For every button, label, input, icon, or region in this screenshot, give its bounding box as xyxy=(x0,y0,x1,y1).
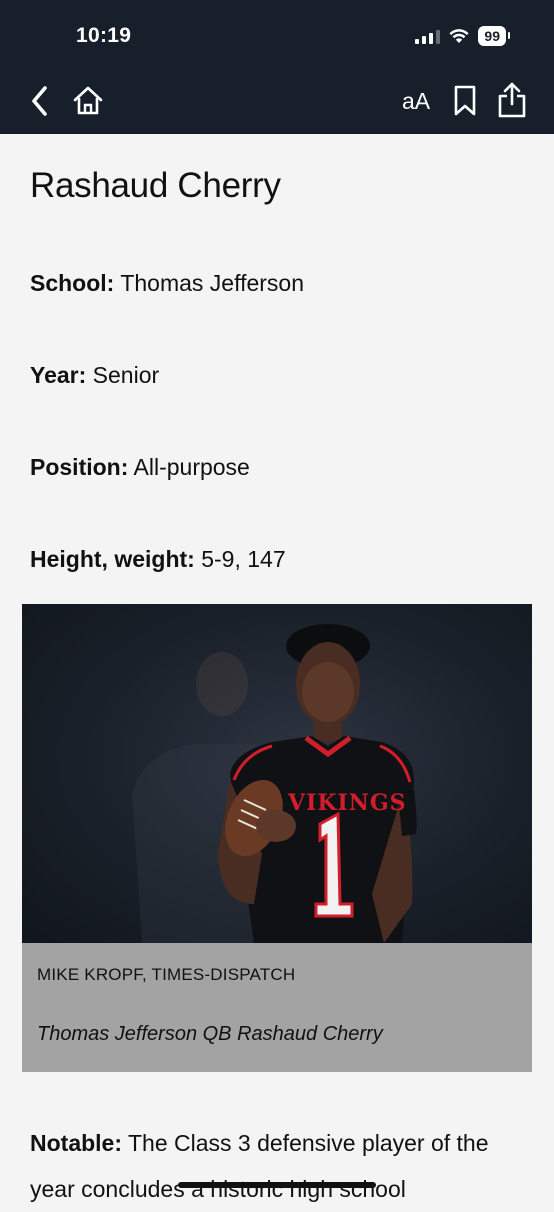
home-button[interactable] xyxy=(72,84,104,118)
fact-label: Year: xyxy=(30,362,87,388)
top-bar: 10:19 99 aA xyxy=(0,0,554,134)
share-button[interactable] xyxy=(496,81,528,119)
player-illustration xyxy=(132,624,417,943)
fact-year: Year: Senior xyxy=(30,362,159,389)
fact-value: Thomas Jefferson xyxy=(120,270,304,296)
jersey-text: VIKINGS xyxy=(288,790,407,816)
home-icon xyxy=(73,86,103,115)
text-size-button[interactable]: aA xyxy=(402,88,430,115)
fact-label: Position: xyxy=(30,454,129,480)
cellular-signal-icon xyxy=(415,28,441,44)
status-time: 10:19 xyxy=(76,24,132,47)
fact-height-weight: Height, weight: 5-9, 147 xyxy=(30,546,286,573)
battery-indicator: 99 xyxy=(478,26,510,46)
fact-label: Height, weight: xyxy=(30,546,195,572)
fact-value: 5-9, 147 xyxy=(201,546,286,572)
wifi-icon xyxy=(449,29,470,43)
status-icons: 99 xyxy=(415,26,510,46)
share-icon xyxy=(498,82,526,118)
back-button[interactable] xyxy=(28,84,52,118)
fact-value: All-purpose xyxy=(133,454,250,480)
photo-figure: VIKINGS MIKE KROPF, TIMES-DISPATCH Thoma… xyxy=(22,604,532,1072)
chevron-left-icon xyxy=(32,86,47,116)
article-title: Rashaud Cherry xyxy=(30,166,281,205)
photo-credit: MIKE KROPF, TIMES-DISPATCH xyxy=(37,965,296,984)
fact-position: Position: All-purpose xyxy=(30,454,250,481)
bookmark-button[interactable] xyxy=(452,84,478,118)
browser-toolbar: aA xyxy=(0,78,554,126)
home-indicator[interactable] xyxy=(178,1182,376,1188)
fact-value: Senior xyxy=(92,362,160,388)
notable-paragraph: Notable: The Class 3 defensive player of… xyxy=(30,1120,530,1212)
notable-label: Notable: xyxy=(30,1130,122,1156)
player-photo[interactable]: VIKINGS xyxy=(22,604,532,943)
photo-caption: Thomas Jefferson QB Rashaud Cherry xyxy=(37,1023,383,1045)
bookmark-icon xyxy=(454,85,476,116)
fact-label: School: xyxy=(30,270,115,296)
fact-school: School: Thomas Jefferson xyxy=(30,270,304,297)
